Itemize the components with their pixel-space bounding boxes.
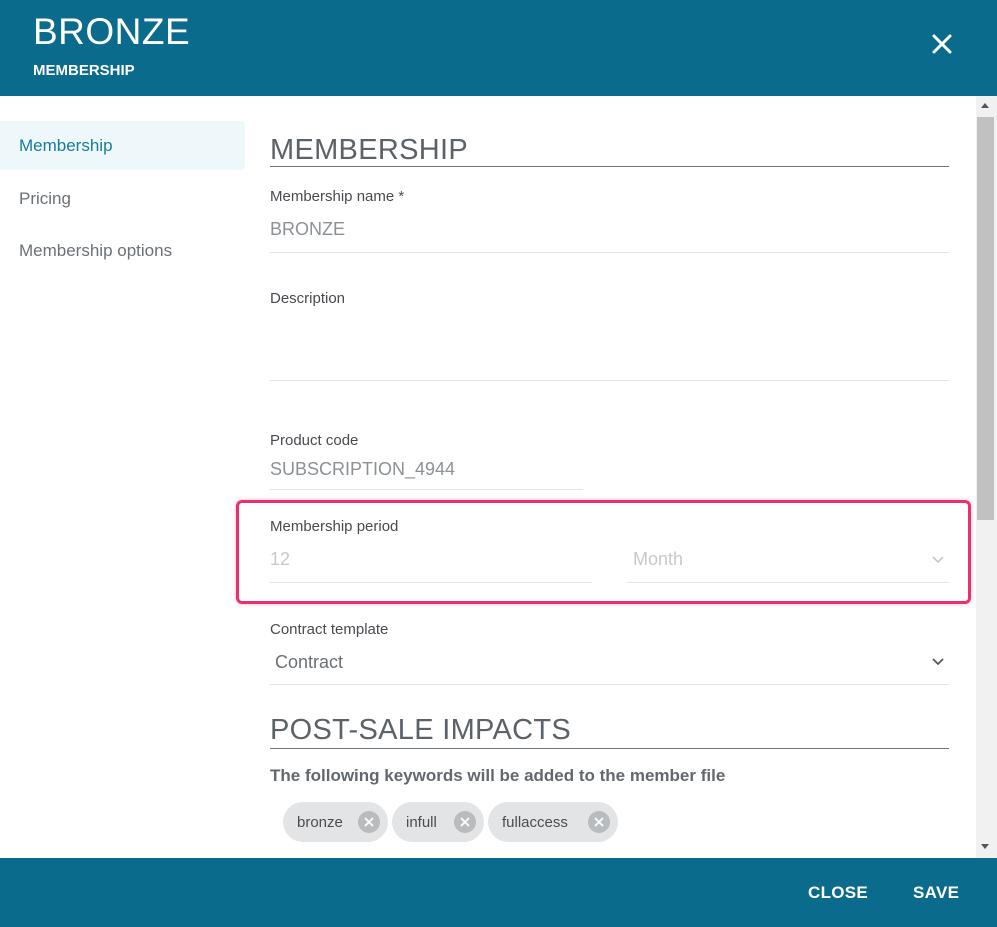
dialog-header: BRONZE MEMBERSHIP — [0, 0, 997, 96]
scrollbar-thumb[interactable] — [977, 117, 994, 520]
form-content: MEMBERSHIP Membership name * BRONZE Desc… — [246, 96, 976, 858]
membership-name-label: Membership name * — [270, 188, 405, 205]
scroll-up-icon[interactable] — [981, 103, 989, 108]
scroll-down-icon[interactable] — [981, 844, 989, 849]
dialog-title: BRONZE — [33, 11, 191, 52]
membership-period-label: Membership period — [270, 518, 399, 535]
description-label: Description — [270, 290, 346, 307]
section-title-post-sale: POST-SALE IMPACTS — [270, 714, 572, 746]
contract-template-chevron-down-icon[interactable] — [930, 657, 946, 667]
keyword-chip-label: fullaccess — [502, 813, 568, 831]
product-code-input[interactable]: SUBSCRIPTION_4944 — [270, 459, 455, 480]
contract-template-underline — [270, 684, 949, 685]
keyword-chip-label: bronze — [297, 813, 343, 831]
period-unit-select[interactable]: Month — [633, 549, 683, 570]
description-textarea[interactable] — [270, 324, 949, 374]
product-code-label: Product code — [270, 432, 359, 449]
section-title-membership: MEMBERSHIP — [270, 134, 468, 166]
remove-chip-icon[interactable] — [454, 811, 476, 833]
membership-period-underline — [270, 582, 592, 583]
close-button[interactable]: CLOSE — [808, 883, 868, 903]
remove-chip-icon[interactable] — [358, 811, 380, 833]
contract-template-label: Contract template — [270, 621, 389, 638]
section-divider — [270, 748, 949, 749]
keyword-chip-infull: infull — [392, 802, 484, 842]
sidebar-item-pricing[interactable]: Pricing — [0, 174, 245, 223]
remove-chip-icon[interactable] — [588, 811, 610, 833]
product-code-underline — [270, 489, 583, 490]
sidebar-item-membership-options[interactable]: Membership options — [0, 226, 245, 275]
membership-name-underline — [270, 252, 949, 253]
period-unit-underline — [627, 582, 949, 583]
close-icon[interactable] — [926, 28, 958, 60]
description-underline — [270, 380, 949, 381]
membership-period-input[interactable]: 12 — [270, 549, 290, 570]
save-button[interactable]: SAVE — [913, 883, 959, 903]
scrollbar[interactable] — [976, 96, 997, 858]
sidebar-item-membership[interactable]: Membership — [0, 121, 245, 170]
keyword-chip-bronze: bronze — [283, 802, 388, 842]
keyword-chip-fullaccess: fullaccess — [488, 802, 618, 842]
contract-template-select[interactable]: Contract — [275, 652, 343, 673]
keywords-description: The following keywords will be added to … — [270, 766, 726, 785]
membership-name-input[interactable]: BRONZE — [270, 219, 345, 240]
section-divider — [270, 166, 949, 167]
dialog-subtitle: MEMBERSHIP — [33, 62, 135, 79]
dialog-footer: CLOSE SAVE — [0, 858, 997, 927]
sidebar: Membership Pricing Membership options — [0, 96, 246, 858]
keyword-chip-label: infull — [406, 813, 437, 831]
period-unit-chevron-down-icon[interactable] — [930, 555, 946, 565]
